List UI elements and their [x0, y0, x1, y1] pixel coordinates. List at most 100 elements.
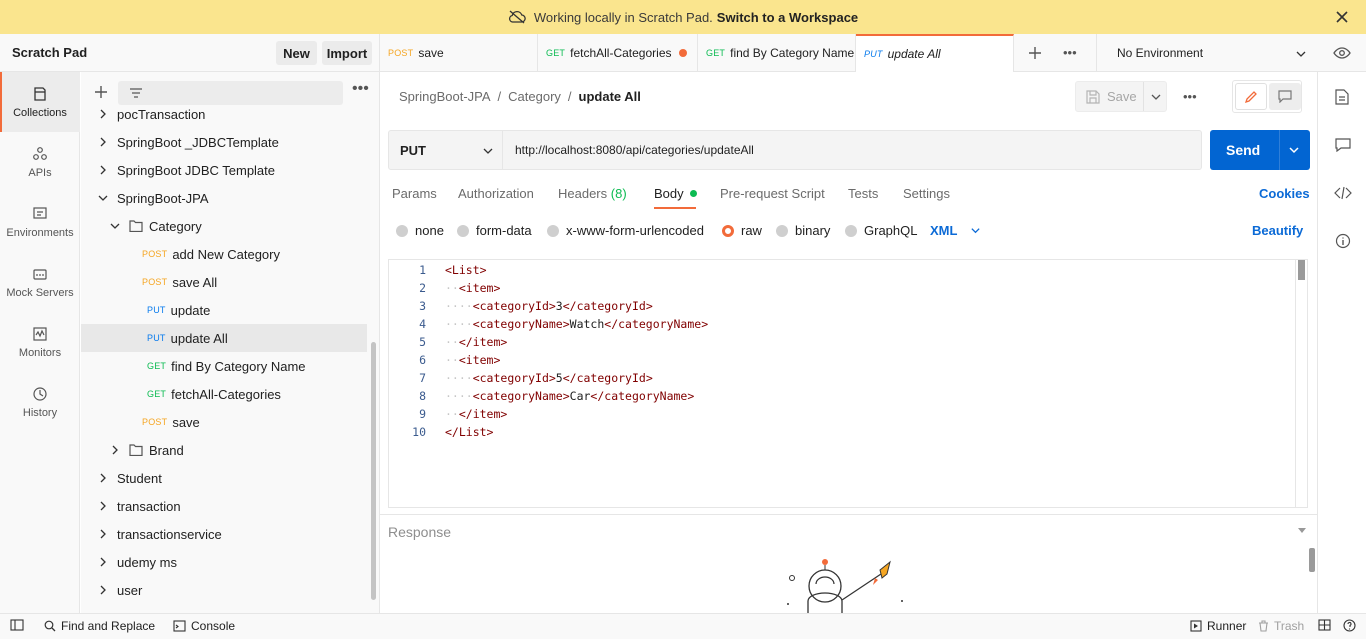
tree-subfolder[interactable]: Brand [81, 436, 367, 464]
close-icon[interactable] [1334, 9, 1350, 25]
body-type-urlencoded[interactable]: x-www-form-urlencoded [547, 223, 704, 238]
tree-request[interactable]: POST save [81, 408, 367, 436]
tree-request[interactable]: POST add New Category [81, 240, 367, 268]
tree-folder[interactable]: SpringBoot _JDBCTemplate [81, 128, 367, 156]
sidebar-item-monitors[interactable]: Monitors [0, 312, 80, 372]
tab-settings[interactable]: Settings [903, 186, 950, 201]
two-pane-view-button[interactable] [1318, 619, 1331, 631]
tree-folder[interactable]: transaction [81, 492, 367, 520]
environments-icon [33, 206, 47, 219]
toggle-sidebar-button[interactable] [10, 619, 24, 631]
new-button[interactable]: New [276, 41, 317, 65]
tree-folder[interactable]: user [81, 576, 367, 604]
more-options-icon[interactable]: ••• [1183, 89, 1197, 104]
body-type-form-data[interactable]: form-data [457, 223, 532, 238]
runner-button[interactable]: Runner [1190, 619, 1246, 633]
environment-select[interactable]: No Environment [1096, 34, 1306, 72]
cookies-link[interactable]: Cookies [1259, 186, 1310, 201]
status-bar: Find and Replace Console Runner Trash [0, 613, 1366, 639]
send-button[interactable]: Send [1210, 130, 1310, 170]
console-button[interactable]: Console [173, 619, 235, 633]
tree-request[interactable]: GET fetchAll-Categories [81, 380, 367, 408]
tree-folder[interactable]: pocTransaction [81, 100, 367, 128]
comment-mode-button[interactable] [1269, 83, 1301, 110]
info-icon[interactable] [1335, 233, 1351, 249]
find-replace-button[interactable]: Find and Replace [44, 619, 155, 633]
tree-folder[interactable]: udemy ms [81, 548, 367, 576]
editor-scrollbar[interactable] [1298, 260, 1305, 280]
code-line: ··</item> [445, 335, 507, 349]
sidebar-item-mock-servers[interactable]: Mock Servers [0, 252, 80, 312]
tree-request[interactable]: GET find By Category Name [81, 352, 367, 380]
import-button[interactable]: Import [322, 41, 372, 65]
breadcrumb-folder[interactable]: Category [508, 89, 561, 104]
chevron-down-icon[interactable] [1150, 91, 1162, 103]
tab-params[interactable]: Params [392, 186, 437, 201]
save-button[interactable]: Save [1075, 81, 1167, 112]
code-indent: ···· [445, 317, 473, 331]
trash-button[interactable]: Trash [1258, 619, 1304, 633]
url-input[interactable]: http://localhost:8080/api/categories/upd… [515, 143, 754, 157]
tree-request[interactable]: POST save All [81, 268, 367, 296]
tree-subfolder[interactable]: Category [81, 212, 367, 240]
tree-folder[interactable]: Student [81, 464, 367, 492]
edit-mode-button[interactable] [1235, 83, 1267, 110]
tab-get-find-by-name[interactable]: GET find By Category Name [698, 34, 856, 72]
raw-format-select[interactable]: XML [930, 223, 981, 238]
tab-put-update-all[interactable]: PUT update All [856, 34, 1014, 72]
code-indent: ···· [445, 299, 473, 313]
tab-tests[interactable]: Tests [848, 186, 878, 201]
method-select[interactable]: PUT [389, 131, 503, 169]
sidebar-item-environments[interactable]: Environments [0, 192, 80, 252]
plus-icon[interactable] [94, 85, 108, 99]
tree-folder-expanded[interactable]: SpringBoot-JPA [81, 184, 367, 212]
tab-get-fetchall[interactable]: GET fetchAll-Categories [538, 34, 698, 72]
tab-label: save [418, 46, 444, 60]
tree-request[interactable]: PUT update [81, 296, 367, 324]
body-type-none[interactable]: none [396, 223, 444, 238]
body-code-editor[interactable]: 1 <List> 2 ··<item> 3 ····<categoryId>3</cate… [388, 259, 1308, 508]
tree-folder-label: SpringBoot-JPA [117, 190, 209, 206]
sidebar-toggle-icon [10, 619, 24, 631]
right-context-rail [1317, 72, 1366, 613]
astronaut-illustration [787, 559, 903, 613]
tree-folder[interactable]: SpringBoot JDBC Template [81, 156, 367, 184]
tab-authorization[interactable]: Authorization [458, 186, 534, 201]
more-options-icon[interactable]: ••• [352, 80, 369, 98]
eye-icon[interactable] [1333, 46, 1351, 60]
body-type-binary[interactable]: binary [776, 223, 830, 238]
tree-request-selected[interactable]: PUT update All [81, 324, 367, 352]
body-type-graphql[interactable]: GraphQL [845, 223, 917, 238]
pencil-icon [1244, 90, 1257, 103]
plus-icon[interactable] [1028, 46, 1042, 60]
sidebar-item-apis[interactable]: APIs [0, 132, 80, 192]
comments-icon[interactable] [1335, 138, 1351, 152]
code-text: 5 [555, 371, 563, 385]
more-tabs-icon[interactable]: ••• [1063, 45, 1077, 60]
request-label: update All [170, 330, 228, 346]
switch-workspace-link[interactable]: Switch to a Workspace [717, 10, 858, 25]
tab-body[interactable]: Body [654, 186, 698, 201]
beautify-link[interactable]: Beautify [1252, 223, 1303, 238]
documentation-icon[interactable] [1335, 89, 1349, 105]
response-scrollbar[interactable] [1309, 548, 1315, 572]
body-type-raw[interactable]: raw [722, 223, 762, 238]
collections-scrollbar[interactable] [371, 342, 376, 600]
sidebar-item-history[interactable]: History [0, 372, 80, 432]
breadcrumb-request[interactable]: update All [579, 89, 641, 104]
tab-post-save[interactable]: POST save [380, 34, 538, 72]
response-panel: Response [380, 514, 1317, 548]
help-button[interactable] [1343, 619, 1356, 632]
chevron-down-icon[interactable] [1288, 144, 1300, 156]
code-icon[interactable] [1334, 186, 1352, 200]
tree-folder[interactable]: transactionservice [81, 520, 367, 548]
caret-down-icon[interactable] [1297, 527, 1307, 535]
breadcrumb-collection[interactable]: SpringBoot-JPA [399, 89, 491, 104]
tab-pre-request-script[interactable]: Pre-request Script [720, 186, 825, 201]
line-number: 6 [419, 353, 426, 367]
chevron-down-icon [97, 192, 109, 204]
sidebar-item-collections[interactable]: Collections [0, 72, 80, 132]
method-badge: GET [147, 389, 167, 399]
tab-headers[interactable]: Headers (8) [558, 186, 627, 201]
chevron-down-icon [1296, 51, 1306, 57]
